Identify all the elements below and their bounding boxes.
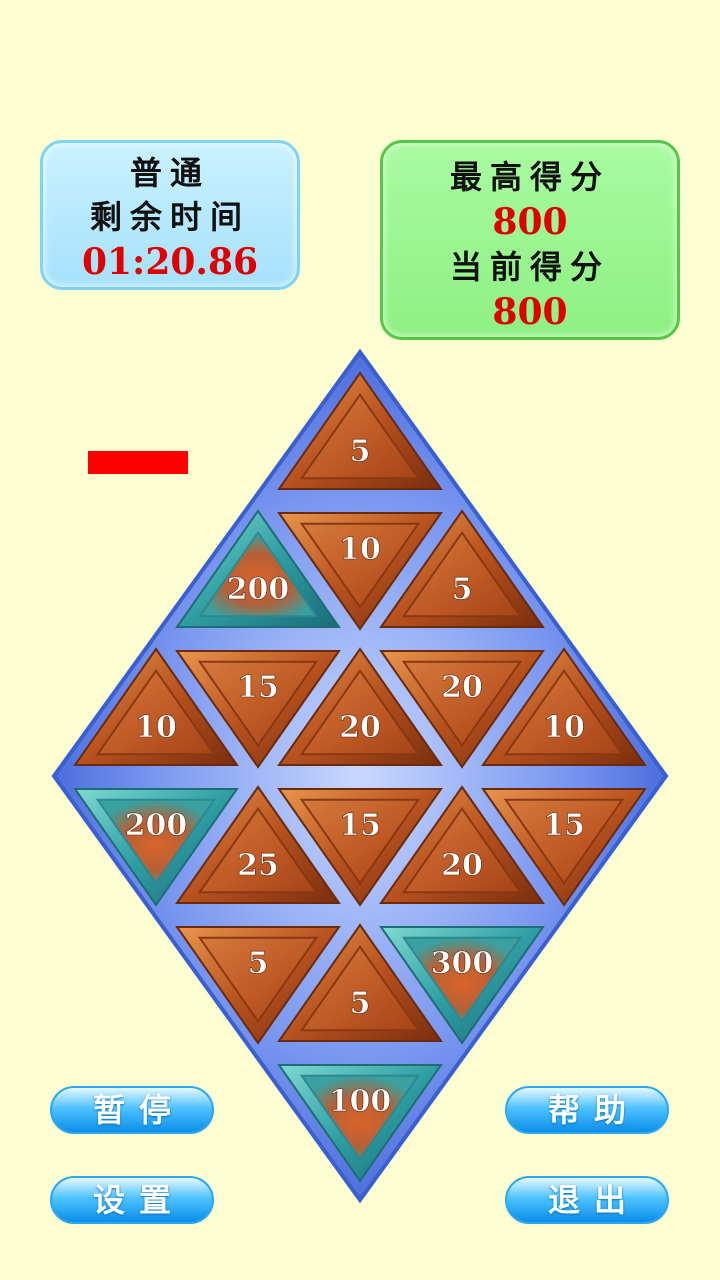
tile-value: 15 bbox=[339, 808, 381, 843]
exit-button[interactable]: 退出 bbox=[505, 1176, 669, 1224]
tile-value: 5 bbox=[350, 434, 371, 469]
tile-value: 20 bbox=[441, 670, 483, 705]
tile-value: 10 bbox=[135, 710, 177, 745]
tile-value: 20 bbox=[441, 848, 483, 883]
tile-value: 20 bbox=[339, 710, 381, 745]
pause-button[interactable]: 暂停 bbox=[50, 1086, 214, 1134]
tile-value: 15 bbox=[543, 808, 585, 843]
tile-value: 200 bbox=[227, 572, 290, 607]
tile-value: 5 bbox=[452, 572, 473, 607]
tile-value: 25 bbox=[237, 848, 279, 883]
settings-button[interactable]: 设置 bbox=[50, 1176, 214, 1224]
tile-value: 200 bbox=[125, 808, 188, 843]
tile-value: 15 bbox=[237, 670, 279, 705]
tile-value: 5 bbox=[350, 986, 371, 1021]
tile-value: 100 bbox=[329, 1084, 392, 1119]
tile-value: 10 bbox=[543, 710, 585, 745]
tile-value: 5 bbox=[248, 946, 269, 981]
help-button[interactable]: 帮助 bbox=[505, 1086, 669, 1134]
tile-value: 300 bbox=[431, 946, 494, 981]
tile-value: 10 bbox=[339, 532, 381, 567]
